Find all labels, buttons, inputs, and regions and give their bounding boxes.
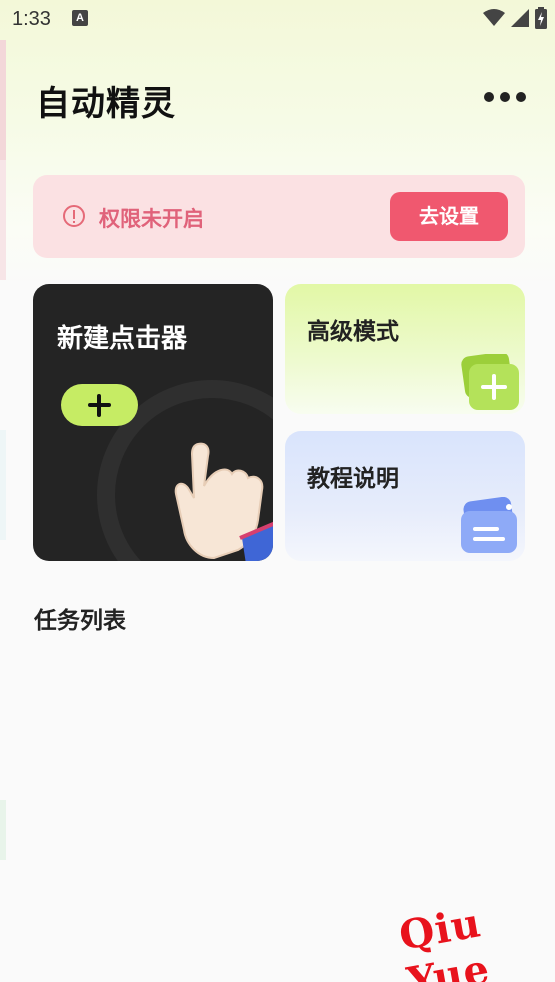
wifi-icon <box>483 9 505 26</box>
signal-icon <box>511 9 529 27</box>
background-edge <box>0 800 6 860</box>
pointing-hand-icon <box>174 442 273 561</box>
new-clicker-card[interactable]: 新建点击器 <box>33 284 273 561</box>
add-card-icon <box>461 354 519 410</box>
notification-icon: A <box>72 10 88 26</box>
background-edge <box>0 160 6 280</box>
watermark-text: Qiu Yue <box>395 899 494 982</box>
permission-message: 权限未开启 <box>99 207 204 231</box>
permission-banner: 权限未开启 去设置 <box>33 175 525 258</box>
task-list-title: 任务列表 <box>34 608 126 634</box>
more-icon[interactable] <box>484 92 528 104</box>
background-edge <box>0 430 6 540</box>
battery-icon <box>535 7 547 29</box>
advanced-mode-title: 高级模式 <box>307 319 399 345</box>
tutorial-title: 教程说明 <box>307 466 399 492</box>
app-screen: 1:33 A 自动精灵 权限未开启 去设置 新建点击器 高级模式 教程说明 任务… <box>0 0 555 982</box>
background-edge <box>0 40 6 160</box>
status-icons <box>483 7 547 29</box>
go-settings-button[interactable]: 去设置 <box>390 192 508 241</box>
document-icon <box>461 497 517 553</box>
status-bar: 1:33 A <box>0 0 555 40</box>
tutorial-card[interactable]: 教程说明 <box>285 431 525 561</box>
app-title: 自动精灵 <box>36 84 176 124</box>
new-clicker-title: 新建点击器 <box>57 324 188 354</box>
add-clicker-button[interactable] <box>61 384 138 426</box>
status-time: 1:33 <box>12 8 51 30</box>
warning-icon <box>63 205 85 227</box>
advanced-mode-card[interactable]: 高级模式 <box>285 284 525 414</box>
